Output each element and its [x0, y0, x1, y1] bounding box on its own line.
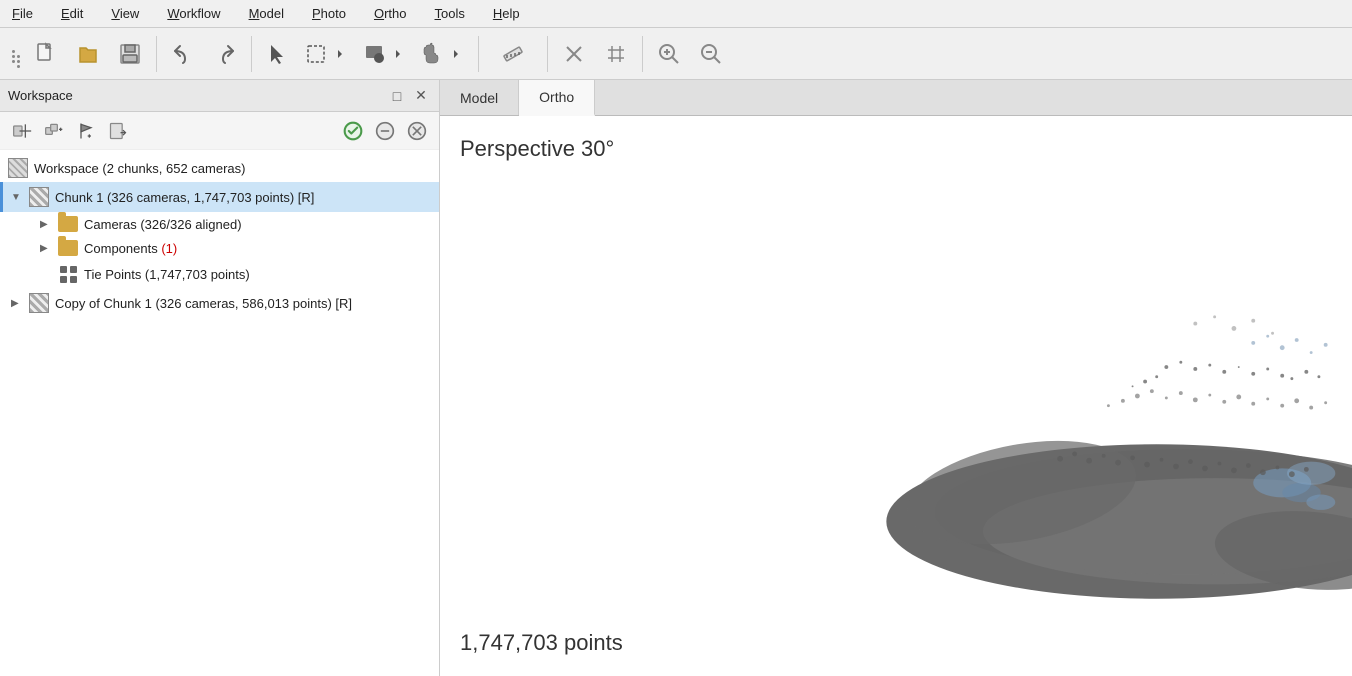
export-button[interactable]: [104, 117, 132, 145]
components-label: Components (1): [84, 241, 177, 256]
workspace-panel: Workspace □ ✕: [0, 80, 440, 676]
chunk2-icon: [29, 293, 49, 313]
chunk2-item[interactable]: ▶ Copy of Chunk 1 (326 cameras, 586,013 …: [0, 288, 439, 318]
add-flag-button[interactable]: [72, 117, 100, 145]
view-content[interactable]: Perspective 30°: [440, 116, 1352, 676]
menu-model[interactable]: Model: [245, 4, 288, 23]
toolbar-sep-2: [251, 36, 252, 72]
marquee-tool[interactable]: [300, 34, 356, 74]
save-button[interactable]: [110, 34, 150, 74]
toolbar-sep-3: [478, 36, 479, 72]
toolbar-handle: [8, 46, 24, 62]
workspace-root-item[interactable]: Workspace (2 chunks, 652 cameras): [0, 154, 439, 182]
cameras-label: Cameras (326/326 aligned): [84, 217, 242, 232]
main-layout: Workspace □ ✕: [0, 80, 1352, 676]
new-button[interactable]: [26, 34, 66, 74]
workspace-panel-title: Workspace: [8, 88, 73, 103]
workspace-header: Workspace □ ✕: [0, 80, 439, 112]
point-cloud-visualization: [440, 116, 1352, 676]
cameras-item[interactable]: ▶ Cameras (326/326 aligned): [0, 212, 439, 236]
toolbar: [0, 28, 1352, 80]
pan-tool[interactable]: [416, 34, 472, 74]
toolbar-sep-4: [547, 36, 548, 72]
components-item[interactable]: ▶ Components (1): [0, 236, 439, 260]
delete-button[interactable]: [403, 117, 431, 145]
chunk1-expand-arrow: ▼: [11, 192, 23, 203]
toolbar-sep-1: [156, 36, 157, 72]
select-tool[interactable]: [258, 34, 298, 74]
view-tabs: Model Ortho: [440, 80, 1352, 116]
menu-tools[interactable]: Tools: [431, 4, 469, 23]
cameras-folder-icon: [58, 216, 78, 232]
tiepoints-item[interactable]: Tie Points (1,747,703 points): [0, 260, 439, 288]
workspace-root-label: Workspace (2 chunks, 652 cameras): [34, 161, 245, 176]
maximize-workspace-button[interactable]: □: [387, 86, 407, 106]
menu-bar: File Edit View Workflow Model Photo Orth…: [0, 0, 1352, 28]
view-tool[interactable]: [358, 34, 414, 74]
redo-button[interactable]: [205, 34, 245, 74]
tab-ortho[interactable]: Ortho: [519, 80, 595, 116]
open-button[interactable]: [68, 34, 108, 74]
chunk2-label: Copy of Chunk 1 (326 cameras, 586,013 po…: [55, 296, 352, 311]
tiepoints-label: Tie Points (1,747,703 points): [84, 267, 250, 282]
workspace-tree: Workspace (2 chunks, 652 cameras) ▼ Chun…: [0, 150, 439, 676]
tiepoints-icon: [58, 264, 78, 284]
measure-tool[interactable]: [485, 34, 541, 74]
chunk2-expand-arrow: ▶: [11, 298, 23, 309]
menu-photo[interactable]: Photo: [308, 4, 350, 23]
close-tool[interactable]: [554, 34, 594, 74]
menu-view[interactable]: View: [107, 4, 143, 23]
minus-button[interactable]: [371, 117, 399, 145]
tab-model[interactable]: Model: [440, 80, 519, 115]
view-panel: Model Ortho Perspective 30°: [440, 80, 1352, 676]
confirm-button[interactable]: [339, 117, 367, 145]
close-workspace-button[interactable]: ✕: [411, 86, 431, 106]
add-chunk-button[interactable]: [8, 117, 36, 145]
menu-help[interactable]: Help: [489, 4, 524, 23]
cameras-expand-arrow: ▶: [40, 219, 52, 230]
crop-tool[interactable]: [596, 34, 636, 74]
chunk1-label: Chunk 1 (326 cameras, 1,747,703 points) …: [55, 190, 314, 205]
add-subchunk-button[interactable]: [40, 117, 68, 145]
menu-workflow[interactable]: Workflow: [163, 4, 224, 23]
components-expand-arrow: ▶: [40, 243, 52, 254]
toolbar-sep-5: [642, 36, 643, 72]
components-folder-icon: [58, 240, 78, 256]
zoom-in-button[interactable]: [649, 34, 689, 74]
menu-ortho[interactable]: Ortho: [370, 4, 411, 23]
menu-file[interactable]: File: [8, 4, 37, 23]
workspace-root-icon: [8, 158, 28, 178]
menu-edit[interactable]: Edit: [57, 4, 87, 23]
chunk1-item[interactable]: ▼ Chunk 1 (326 cameras, 1,747,703 points…: [0, 182, 439, 212]
workspace-toolbar: [0, 112, 439, 150]
zoom-out-button[interactable]: [691, 34, 731, 74]
chunk1-icon: [29, 187, 49, 207]
undo-button[interactable]: [163, 34, 203, 74]
